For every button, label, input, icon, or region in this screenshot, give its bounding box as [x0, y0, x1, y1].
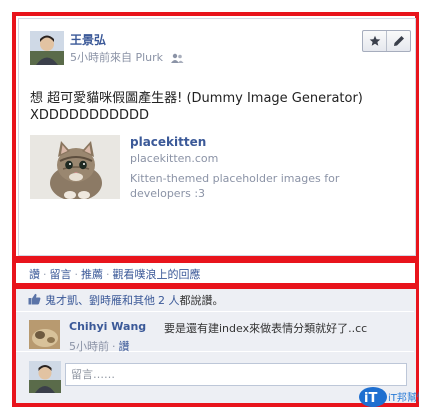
separator: ·: [74, 268, 79, 281]
link-description: Kitten-themed placeholder images for dev…: [130, 172, 340, 200]
comment-item: Chihyi Wang 要是還有建index來做表情分類就好了..cc 5小時前…: [16, 311, 414, 354]
comment-meta: 5小時前 · 讚: [69, 338, 130, 354]
pencil-icon[interactable]: [386, 31, 410, 51]
separator: ·: [43, 268, 47, 281]
author-name-link[interactable]: 王景弘: [70, 31, 106, 48]
post-timestamp: 5小時前來自 Plurk: [70, 51, 164, 64]
view-on-plurk-link[interactable]: 觀看噗浪上的回應: [113, 268, 201, 281]
post-toolbar: [362, 30, 411, 52]
commenter-avatar[interactable]: [29, 320, 60, 349]
separator: ·: [112, 340, 116, 353]
commenter-name[interactable]: Chihyi Wang: [69, 320, 146, 333]
comment-link[interactable]: 留言: [50, 268, 72, 281]
author-avatar[interactable]: [30, 31, 64, 65]
comment-like-link[interactable]: 讚: [119, 340, 130, 353]
kitten-thumbnail[interactable]: [30, 135, 120, 199]
audience-icon: [170, 53, 184, 66]
svg-text:iT: iT: [364, 391, 377, 406]
post-actions: 讚 · 留言 · 推薦 · 觀看噗浪上的回應: [16, 263, 416, 284]
post-meta: 5小時前來自 Plurk: [70, 49, 184, 66]
likers-names[interactable]: 鬼才凱、劉時雁和其他: [45, 292, 155, 308]
post-message: 想 超可愛貓咪假圖產生器! (Dummy Image Generator) XD…: [30, 91, 363, 123]
like-link[interactable]: 讚: [29, 268, 40, 281]
comment-input[interactable]: [65, 363, 407, 386]
comment-text: 要是還有建index來做表情分類就好了..cc: [164, 322, 368, 335]
composer-avatar: [29, 361, 61, 393]
share-link[interactable]: 推薦: [81, 268, 103, 281]
watermark-text: iT邦幫忙: [388, 391, 419, 404]
likers-count-link[interactable]: 2 人: [158, 292, 180, 308]
ithome-watermark: iT iT邦幫忙: [357, 383, 423, 409]
link-preview[interactable]: placekitten placekitten.com Kitten-theme…: [30, 131, 402, 203]
link-domain: placekitten.com: [130, 152, 219, 165]
comment-timestamp: 5小時前: [69, 340, 109, 353]
star-icon[interactable]: [363, 31, 386, 51]
likes-suffix: 都說讚。: [179, 294, 224, 307]
likes-summary: 鬼才凱、劉時雁和其他 2 人都說讚。: [16, 290, 414, 310]
thumbs-up-icon: [28, 293, 41, 308]
link-title[interactable]: placekitten: [130, 135, 206, 149]
separator: ·: [106, 268, 110, 281]
